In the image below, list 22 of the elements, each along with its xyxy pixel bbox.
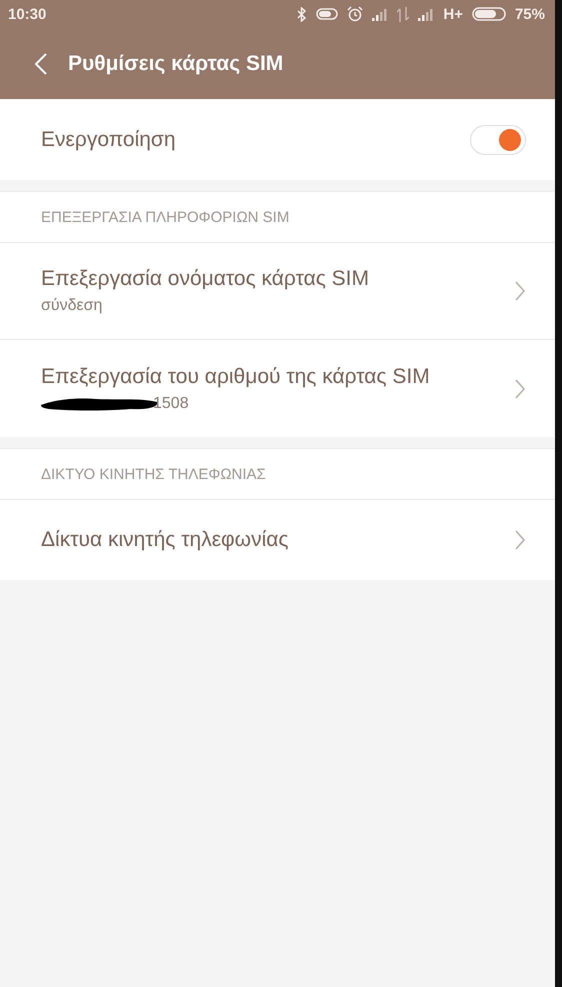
setting-title: Επεξεργασία του αριθμού της κάρτας SIM (41, 364, 431, 388)
chevron-icon[interactable] (515, 378, 525, 398)
back-icon[interactable] (34, 52, 48, 74)
chevron-icon[interactable] (515, 281, 525, 301)
network-type: H+ (443, 6, 463, 22)
setting-value: σύνδεση (41, 297, 102, 315)
vibrate-icon (316, 7, 338, 21)
signal-icon (418, 8, 434, 20)
battery-icon (472, 7, 506, 21)
chevron-icon[interactable] (515, 530, 525, 550)
alarm-icon (347, 6, 364, 22)
signal-icon (372, 8, 388, 20)
toggle-switch[interactable] (470, 125, 526, 155)
data-arrows-icon (397, 6, 410, 22)
clock-time: 10:30 (8, 6, 46, 22)
page-title: Ρυθμίσεις κάρτας SIM (68, 52, 284, 76)
bluetooth-icon (297, 6, 308, 22)
setting-title: Ενεργοποίηση (41, 128, 177, 152)
setting-value: 1508 (153, 394, 189, 412)
battery-percent: 75% (514, 6, 545, 22)
setting-title: Επεξεργασία ονόματος κάρτας SIM (41, 267, 370, 291)
setting-title: Δίκτυα κινητής τηλεφωνίας (41, 528, 290, 552)
